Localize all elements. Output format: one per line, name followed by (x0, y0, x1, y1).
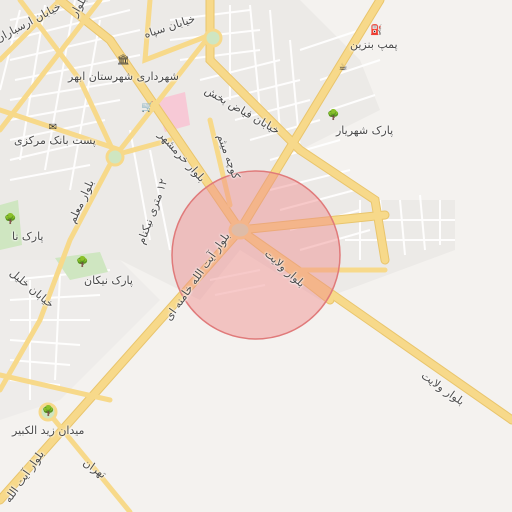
museum-icon[interactable]: 🏛 (117, 55, 130, 67)
tree-icon[interactable]: 🌳 (4, 214, 16, 226)
poi-label: شهرداری شهرستان ابهر (68, 70, 179, 83)
poi-label: پمپ بنزین (350, 38, 398, 51)
tree-icon[interactable]: 🌳 (76, 257, 88, 269)
envelope-icon[interactable]: ✉ (47, 122, 59, 134)
focus-circle (171, 170, 341, 340)
tree-icon[interactable]: 🌳 (327, 110, 339, 122)
cafe-icon[interactable]: ☕ (337, 62, 349, 74)
map-canvas[interactable]: ⛽ 🏛 ☕ 🛒 ✉ 🌳 🌳 🌳 🌳 خیابان ارسباران خیابان… (0, 0, 512, 512)
poi-label: میدان زید الکبیر (12, 424, 85, 437)
shop-icon[interactable]: 🛒 (141, 102, 153, 114)
fuel-icon[interactable]: ⛽ (370, 25, 382, 37)
poi-label: پست بانک مرکزی (14, 134, 96, 147)
poi-label: پارک نیکان (84, 274, 133, 287)
poi-label: پارک نا (12, 230, 44, 243)
poi-label: پارک شهریار (336, 124, 394, 137)
tree-icon[interactable]: 🌳 (42, 406, 54, 418)
